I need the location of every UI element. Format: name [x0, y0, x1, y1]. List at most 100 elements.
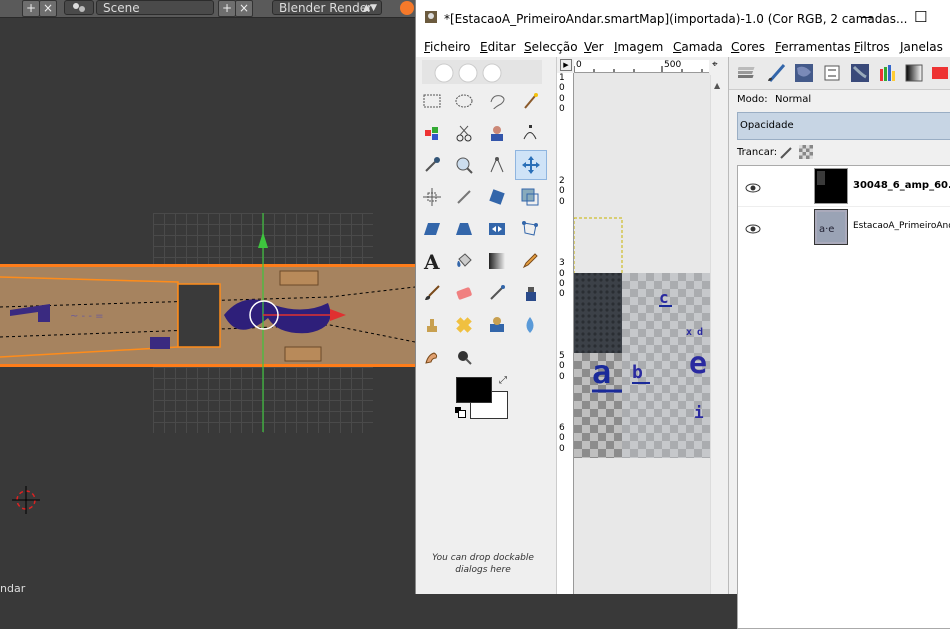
layers-dock: Modo: Normal Opacidade Trancar: 30048_6_… [728, 57, 950, 629]
measure-tool-icon[interactable] [484, 152, 510, 178]
fuzzy-select-tool-icon[interactable] [517, 88, 543, 114]
pencil-tool-icon[interactable] [517, 248, 543, 274]
minimize-button[interactable]: — [860, 10, 873, 25]
transform-gizmo[interactable] [0, 0, 415, 594]
foreground-select-tool-icon[interactable] [484, 120, 510, 146]
canvas-letter-a: a [592, 353, 611, 391]
canvas-letter-b: b [632, 362, 643, 383]
menu-cores[interactable]: Cores [731, 40, 765, 54]
layer-row[interactable]: a·e EstacaoA_PrimeiroAndar [738, 207, 950, 247]
canvas-letter-x: x [686, 327, 692, 338]
canvas-image: c e a b i d x [574, 73, 710, 594]
ink-tool-icon[interactable] [517, 280, 543, 306]
viewport-status-text: ndar [0, 582, 26, 594]
svg-text:A: A [423, 251, 440, 271]
flip-tool-icon[interactable] [484, 216, 510, 242]
quickmask-corner-icon[interactable]: ▶ [560, 59, 572, 71]
airbrush-tool-icon[interactable] [484, 280, 510, 306]
opacity-slider[interactable]: Opacidade [737, 112, 950, 140]
menu-ferramentas[interactable]: Ferramentas [775, 40, 851, 54]
lasso-tool-icon[interactable] [484, 88, 510, 114]
lock-alpha-icon[interactable] [799, 145, 813, 159]
perspective-tool-icon[interactable] [451, 216, 477, 242]
foreground-color-swatch[interactable] [456, 377, 492, 403]
paintbrush-tool-icon[interactable] [419, 280, 445, 306]
move-tool-icon[interactable] [515, 150, 547, 180]
menu-janelas[interactable]: Janelas [900, 40, 943, 54]
navigate-icon[interactable]: ⌖ [712, 59, 724, 71]
smudge-tool-icon[interactable] [419, 344, 445, 370]
svg-text:a·e: a·e [819, 224, 834, 235]
blender-viewport[interactable]: + × Scene + × Blender Render ▲▼ ~ - - = [0, 0, 415, 594]
drop-hint-text: You can drop dockable dialogs here [432, 553, 534, 575]
default-colors-icon[interactable] [455, 407, 466, 418]
layer-visibility-eye-icon[interactable] [745, 220, 761, 239]
horizontal-ruler: 0 500 [574, 60, 709, 73]
lock-pixels-icon[interactable] [779, 145, 793, 159]
menu-imagem[interactable]: Imagem [614, 40, 663, 54]
canvas-letter-c: c [659, 288, 669, 307]
3d-cursor-icon[interactable] [10, 484, 42, 516]
vertical-ruler-digits: 10002003000500600 [559, 73, 565, 454]
scroll-up-arrow-icon[interactable]: ▲ [714, 81, 720, 90]
bucket-fill-tool-icon[interactable] [451, 248, 477, 274]
scissors-tool-icon[interactable] [451, 120, 477, 146]
swap-colors-icon[interactable]: ⤢ [499, 375, 507, 386]
shear-tool-icon[interactable] [419, 216, 445, 242]
image-canvas-area: ▶ 0 500 ⌖ 10002003000500600 c e a b i d … [557, 57, 727, 594]
layer-name[interactable]: 30048_6_amp_60.jpg [853, 180, 950, 191]
menu-filtros[interactable]: Filtros [854, 40, 890, 54]
gradients-tab-icon[interactable] [847, 60, 873, 86]
mode-dropdown[interactable]: Normal [775, 94, 811, 105]
window-titlebar: *[EstacaoA_PrimeiroAndar.smartMap](impor… [416, 0, 950, 36]
blur-tool-icon[interactable] [517, 312, 543, 338]
layers-tab-icon[interactable] [735, 60, 761, 86]
paths-tool-icon[interactable] [517, 120, 543, 146]
opacity-label: Opacidade [740, 120, 794, 131]
rotate-tool-icon[interactable] [484, 184, 510, 210]
layer-thumbnail [814, 168, 848, 204]
color-swatches[interactable]: ⤢ [454, 375, 514, 421]
vertical-scrollbar[interactable]: ▲ [710, 75, 727, 594]
layer-name[interactable]: EstacaoA_PrimeiroAndar [853, 221, 950, 231]
tool-options-tab-icon[interactable] [819, 60, 845, 86]
layers-list: 30048_6_amp_60.jpg a·e EstacaoA_Primeiro… [737, 165, 950, 629]
layer-row[interactable]: 30048_6_amp_60.jpg [738, 166, 950, 207]
scale-tool-icon[interactable] [517, 184, 543, 210]
dock-tab-row [729, 57, 950, 90]
canvas-letter-d: d [697, 327, 703, 338]
rect-select-tool-icon[interactable] [419, 88, 445, 114]
color-select-tool-icon[interactable] [419, 120, 445, 146]
heal-tool-icon[interactable] [451, 312, 477, 338]
menu-seleccao[interactable]: Selecção [524, 40, 578, 54]
maximize-button[interactable]: ☐ [914, 8, 927, 26]
menu-ver[interactable]: Ver [584, 40, 604, 54]
layer-visibility-eye-icon[interactable] [745, 179, 761, 198]
color-picker-tool-icon[interactable] [419, 152, 445, 178]
patterns-tab-icon[interactable] [791, 60, 817, 86]
blend-tool-icon[interactable] [484, 248, 510, 274]
cage-transform-tool-icon[interactable] [517, 216, 543, 242]
images-tab-icon[interactable] [927, 60, 950, 86]
brushes-tab-icon[interactable] [763, 60, 789, 86]
align-tool-icon[interactable] [419, 184, 445, 210]
menu-bar: Ficheiro Editar Selecção Ver Imagem Cama… [416, 36, 950, 57]
image-canvas[interactable]: c e a b i d x [574, 73, 710, 594]
canvas-letter-i: i [694, 403, 704, 422]
text-tool-icon[interactable]: A [419, 248, 445, 274]
mode-label: Modo: [737, 94, 768, 105]
perspective-clone-tool-icon[interactable] [484, 312, 510, 338]
zoom-tool-icon[interactable] [451, 152, 477, 178]
clone-tool-icon[interactable] [419, 312, 445, 338]
menu-camada[interactable]: Camada [673, 40, 723, 54]
menu-editar[interactable]: Editar [480, 40, 516, 54]
menu-ficheiro[interactable]: Ficheiro [424, 40, 470, 54]
dodge-burn-tool-icon[interactable] [451, 344, 477, 370]
ellipse-select-tool-icon[interactable] [451, 88, 477, 114]
eraser-tool-icon[interactable] [451, 280, 477, 306]
gimp-window: *[EstacaoA_PrimeiroAndar.smartMap](impor… [415, 0, 950, 629]
fonts-tab-icon[interactable] [901, 60, 927, 86]
window-title: *[EstacaoA_PrimeiroAndar.smartMap](impor… [444, 12, 908, 26]
crop-tool-icon[interactable] [451, 184, 477, 210]
palettes-tab-icon[interactable] [875, 60, 901, 86]
